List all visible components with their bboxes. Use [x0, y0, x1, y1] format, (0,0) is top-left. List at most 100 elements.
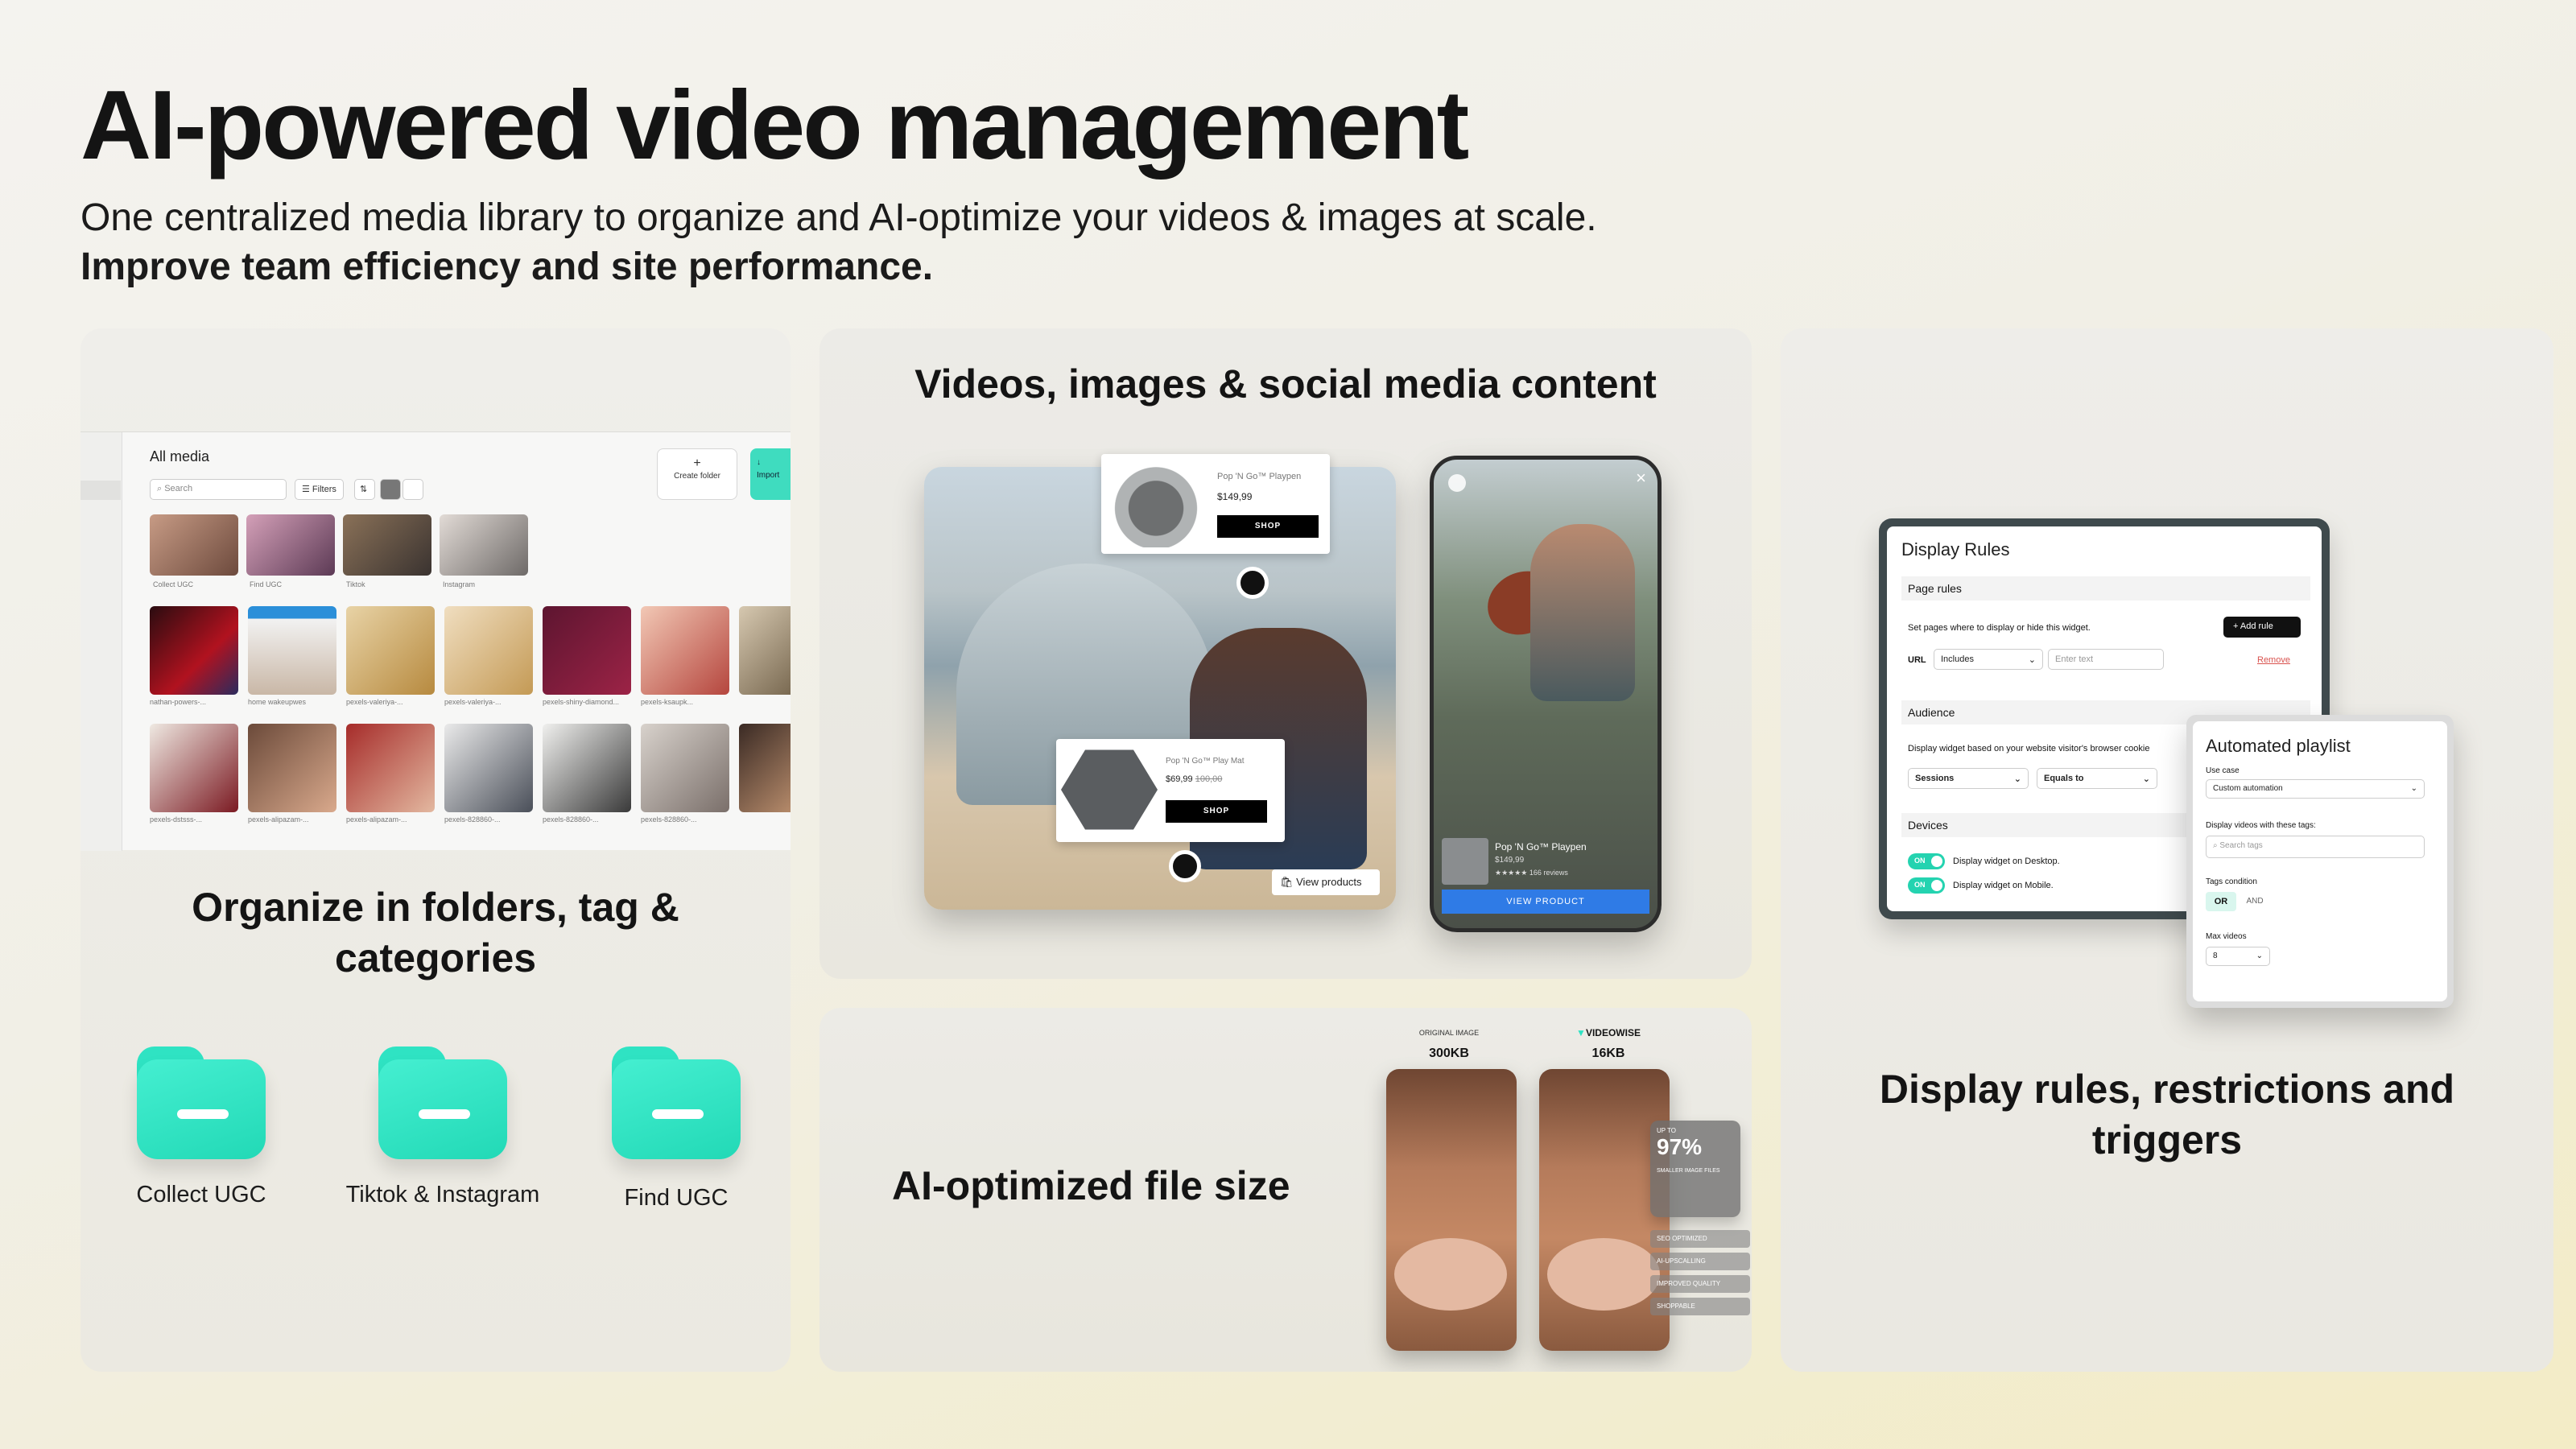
url-text-input[interactable]: Enter text	[2048, 649, 2164, 670]
media-thumb[interactable]	[543, 724, 631, 812]
list-view-button[interactable]	[402, 479, 423, 500]
feature-tag: AI-UPSCALLING	[1650, 1253, 1750, 1270]
desktop-toggle[interactable]: ON	[1908, 853, 1945, 869]
mobile-toggle[interactable]: ON	[1908, 877, 1945, 894]
organize-card: All media ⌕ Search ☰ Filters ⇅ + Create …	[80, 328, 791, 1372]
url-condition-select[interactable]: Includes ⌄	[1934, 649, 2043, 670]
feature-tag: SHOPPABLE	[1650, 1298, 1750, 1315]
create-folder-button[interactable]: + Create folder	[657, 448, 737, 500]
phone-product-name: Pop 'N Go™ Playpen	[1495, 841, 1587, 852]
use-case-label: Use case	[2206, 766, 2240, 775]
view-products-button[interactable]: 🛍 View products	[1272, 869, 1380, 895]
add-rule-button[interactable]: + Add rule	[2223, 617, 2301, 638]
hotspot-icon[interactable]	[1236, 567, 1269, 599]
filter-icon: ☰	[302, 485, 312, 494]
chevron-down-icon: ⌄	[2410, 784, 2417, 793]
chevron-down-icon: ⌄	[2028, 655, 2036, 665]
hotspot-icon[interactable]	[1169, 850, 1201, 882]
media-thumb[interactable]	[248, 724, 336, 812]
shop-button[interactable]: SHOP	[1217, 515, 1319, 538]
tags-search-input[interactable]: ⌕ Search tags	[2206, 836, 2425, 858]
import-button[interactable]: ↓ Import	[750, 448, 791, 500]
plus-icon: +	[2233, 621, 2240, 631]
library-search-input[interactable]: ⌕ Search	[150, 479, 287, 500]
media-thumb-label: home wakeupwes	[248, 698, 307, 706]
compression-badge: UP TO 97% SMALLER IMAGE FILES	[1650, 1121, 1740, 1217]
media-thumb-label: pexels-dstsss-...	[150, 815, 203, 824]
media-thumb[interactable]	[739, 606, 791, 695]
ai-title: AI-optimized file size	[892, 1163, 1290, 1208]
media-thumb[interactable]	[641, 606, 729, 695]
badge-prefix: UP TO	[1657, 1127, 1677, 1134]
max-videos-label: Max videos	[2206, 932, 2247, 941]
sort-icon: ⇅	[360, 485, 368, 494]
grid-view-button[interactable]	[380, 479, 401, 500]
feature-tag: IMPROVED QUALITY	[1650, 1275, 1750, 1293]
search-icon: ⌕	[157, 484, 165, 493]
media-thumb[interactable]	[248, 606, 336, 695]
media-thumb-label: pexels-shiny-diamond...	[543, 698, 620, 706]
media-thumb[interactable]	[150, 724, 238, 812]
videos-title: Videos, images & social media content	[914, 361, 1657, 407]
page-rules-desc: Set pages where to display or hide this …	[1908, 623, 2091, 633]
view-product-button[interactable]: VIEW PRODUCT	[1442, 890, 1649, 914]
brand-logo	[1448, 474, 1466, 492]
use-case-select[interactable]: Custom automation ⌄	[2206, 779, 2425, 799]
folder-thumb-find-ugc[interactable]	[246, 514, 335, 576]
media-thumb[interactable]	[346, 606, 435, 695]
page-rules-section: Page rules	[1901, 576, 2310, 601]
product-image	[1061, 749, 1158, 830]
panel-title: Display Rules	[1901, 539, 2010, 559]
product-name: Pop 'N Go™ Play Mat	[1166, 757, 1245, 766]
folder-thumb-label: Collect UGC	[153, 580, 194, 588]
tags-label: Display videos with these tags:	[2206, 821, 2316, 830]
original-size: 300KB	[1429, 1046, 1469, 1060]
equals-select[interactable]: Equals to ⌄	[2037, 768, 2157, 789]
chevron-down-icon: ⌄	[2142, 774, 2150, 784]
hero-subtitle-text: One centralized media library to organiz…	[80, 196, 1597, 239]
rules-title: Display rules, restrictions and triggers	[1879, 1067, 2455, 1162]
phone-video[interactable]: × Pop 'N Go™ Playpen $149,99 ★★★★★ 166 r…	[1430, 456, 1662, 932]
videowise-logo-icon: ▼	[1576, 1027, 1586, 1038]
or-toggle[interactable]: OR	[2206, 892, 2236, 911]
sort-button[interactable]: ⇅	[354, 479, 375, 500]
media-thumb[interactable]	[444, 724, 533, 812]
folder-thumb-tiktok[interactable]	[343, 514, 431, 576]
ai-card: AI-optimized file size ORIGINAL IMAGE 30…	[819, 1008, 1752, 1372]
max-videos-select[interactable]: 8 ⌄	[2206, 947, 2270, 966]
sessions-select[interactable]: Sessions ⌄	[1908, 768, 2029, 789]
filters-button[interactable]: ☰ Filters	[295, 479, 344, 500]
remove-link[interactable]: Remove	[2257, 655, 2290, 665]
chevron-down-icon: ⌄	[2256, 952, 2263, 960]
product-card-playmat[interactable]: Pop 'N Go™ Play Mat $69,99 100,00 SHOP	[1056, 739, 1285, 842]
product-card-playpen[interactable]: Pop 'N Go™ Playpen $149,99 SHOP	[1101, 454, 1330, 554]
page-title: AI-powered video management	[80, 70, 1469, 180]
audience-desc: Display widget based on your website vis…	[1908, 744, 2150, 753]
media-thumb[interactable]	[150, 606, 238, 695]
media-thumb[interactable]	[346, 724, 435, 812]
shop-button[interactable]: SHOP	[1166, 800, 1267, 823]
media-thumb[interactable]	[641, 724, 729, 812]
media-thumb-label: pexels-valeriya-...	[444, 698, 502, 706]
hero-subtitle: One centralized media library to organiz…	[80, 193, 1597, 292]
badge-value: 97%	[1657, 1134, 1703, 1159]
mobile-label: Display widget on Mobile.	[1953, 881, 2054, 890]
media-thumb-label: nathan-powers-...	[150, 698, 207, 706]
folder-icon[interactable]	[378, 1046, 507, 1159]
media-thumb[interactable]	[444, 606, 533, 695]
and-toggle[interactable]: AND	[2240, 892, 2270, 911]
media-thumb-label: pexels-alipazam-...	[346, 815, 407, 824]
media-thumb[interactable]	[739, 724, 791, 812]
close-icon[interactable]: ×	[1636, 468, 1646, 489]
folder-thumb-collect-ugc[interactable]	[150, 514, 238, 576]
folder-thumb-label: Tiktok	[346, 580, 365, 588]
folder-icon[interactable]	[612, 1046, 741, 1159]
playlist-title: Automated playlist	[2206, 736, 2351, 756]
person-image	[1530, 524, 1635, 701]
url-label: URL	[1908, 655, 1926, 665]
folder-thumb-instagram[interactable]	[440, 514, 528, 576]
media-thumb[interactable]	[543, 606, 631, 695]
folder-icon[interactable]	[137, 1046, 266, 1159]
media-thumb-label: pexels-828860-...	[444, 815, 501, 824]
product-price: $69,99 100,00	[1166, 774, 1223, 784]
